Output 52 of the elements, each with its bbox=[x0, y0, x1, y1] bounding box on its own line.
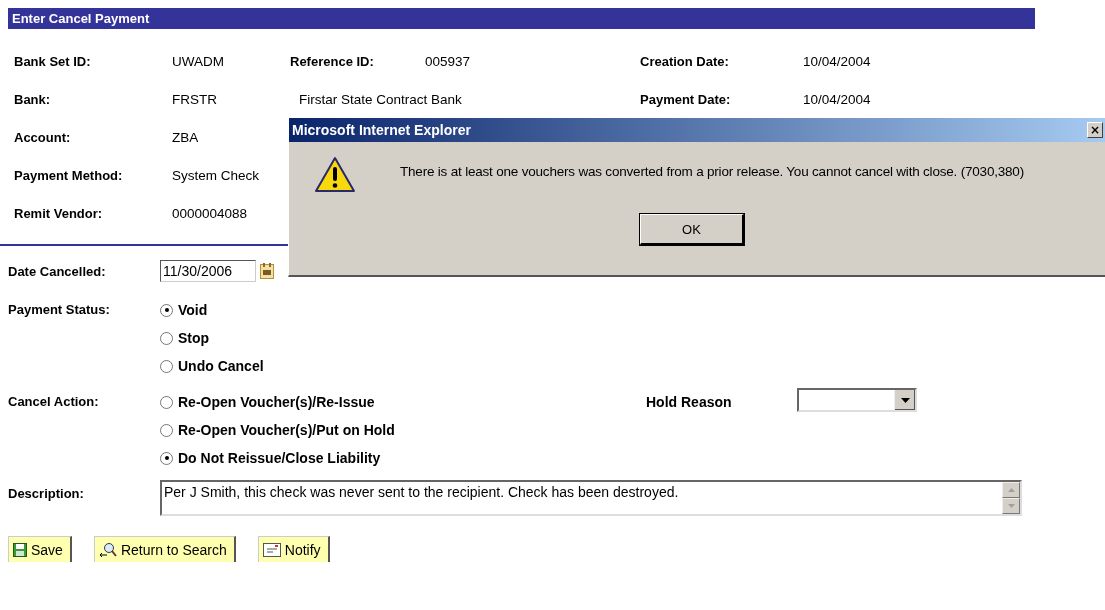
close-button[interactable]: × bbox=[1087, 122, 1103, 138]
field-label: Reference ID: bbox=[290, 54, 375, 69]
radio-label: Void bbox=[178, 302, 208, 318]
radio-button[interactable] bbox=[160, 395, 173, 409]
field-value: 10/04/2004 bbox=[803, 92, 872, 107]
dialog-message: There is at least one vouchers was converted from a prior release. You cannot cancel with close. (7030,380) bbox=[400, 164, 1024, 179]
warning-icon bbox=[314, 156, 356, 194]
radio-button[interactable] bbox=[160, 359, 173, 373]
radio-button[interactable] bbox=[160, 451, 173, 465]
radio-label: Re-Open Voucher(s)/Put on Hold bbox=[178, 422, 395, 438]
notify-button[interactable]: Notify bbox=[257, 536, 330, 562]
field-label: Account: bbox=[14, 130, 72, 145]
hold-reason-dropdown[interactable] bbox=[797, 388, 917, 412]
description-field[interactable]: Per J Smith, this check was never sent to the recipient. Check has been destroyed. bbox=[160, 480, 1022, 516]
scroll-down-icon[interactable] bbox=[1002, 498, 1020, 514]
field-value: 10/04/2004 bbox=[803, 54, 872, 69]
field-label: Remit Vendor: bbox=[14, 206, 104, 221]
search-button[interactable]: Return to Search bbox=[93, 536, 236, 562]
field-label: Hold Reason bbox=[646, 394, 733, 410]
field-label: Bank: bbox=[14, 92, 52, 107]
caret-icon bbox=[900, 397, 910, 403]
magnifier-arrow-icon bbox=[98, 541, 117, 558]
field-label: Bank Set ID: bbox=[14, 54, 92, 69]
radio-label: Re-Open Voucher(s)/Re-Issue bbox=[178, 394, 375, 410]
save-button[interactable]: Save bbox=[8, 536, 72, 562]
field-description: Firstar State Contract Bank bbox=[298, 92, 463, 107]
field-label: Cancel Action: bbox=[8, 394, 100, 409]
radio-button[interactable] bbox=[160, 331, 173, 345]
field-value: 005937 bbox=[425, 54, 472, 69]
field-label: Payment Method: bbox=[14, 168, 124, 183]
field-value: UWADM bbox=[172, 54, 225, 69]
ok-button[interactable]: OK bbox=[640, 214, 744, 245]
field-label: Creation Date: bbox=[640, 54, 730, 69]
calendar-icon[interactable] bbox=[260, 263, 274, 279]
dialog-title: Microsoft Internet Explorer bbox=[292, 122, 471, 138]
date-field[interactable]: 11/30/2006 bbox=[160, 260, 256, 282]
field-value: 0000004088 bbox=[172, 206, 249, 221]
radio-label: Stop bbox=[178, 330, 210, 346]
radio-label: Do Not Reissue/Close Liability bbox=[178, 450, 381, 466]
radio-label: Undo Cancel bbox=[178, 358, 264, 374]
field-value: System Check bbox=[172, 168, 261, 183]
field-label: Payment Date: bbox=[640, 92, 732, 107]
field-label: Date Cancelled: bbox=[8, 263, 107, 279]
page-title: Enter Cancel Payment bbox=[8, 8, 1035, 29]
field-value: FRSTR bbox=[172, 92, 218, 107]
radio-button[interactable] bbox=[160, 303, 173, 317]
field-value: ZBA bbox=[172, 130, 200, 145]
field-label: Payment Status: bbox=[8, 302, 111, 317]
scroll-up-icon[interactable] bbox=[1002, 482, 1020, 498]
envelope-icon bbox=[262, 542, 281, 557]
field-label: Description: bbox=[8, 486, 85, 501]
radio-button[interactable] bbox=[160, 423, 173, 437]
